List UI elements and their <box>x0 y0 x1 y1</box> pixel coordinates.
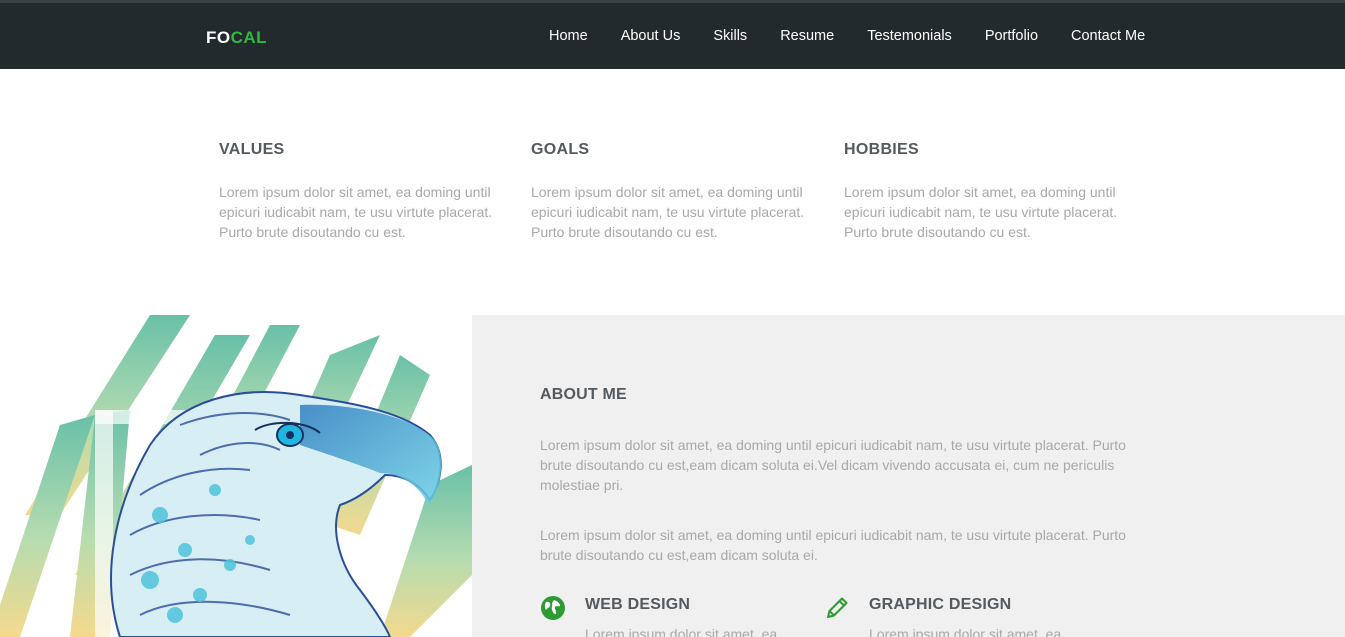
nav-link-resume[interactable]: Resume <box>780 28 834 44</box>
hobbies-column: HOBBIES Lorem ipsum dolor sit amet, ea d… <box>844 141 1129 242</box>
nav-link-home[interactable]: Home <box>549 28 588 44</box>
service-title: WEB DESIGN <box>585 596 691 613</box>
service-text: Lorem ipsum dolor sit amet, ea <box>585 626 778 637</box>
logo-text-prefix: FO <box>206 28 231 47</box>
eagle-artwork <box>0 315 472 637</box>
values-column: VALUES Lorem ipsum dolor sit amet, ea do… <box>219 141 504 242</box>
nav-link-about-us[interactable]: About Us <box>621 28 681 44</box>
nav-link-portfolio[interactable]: Portfolio <box>985 28 1038 44</box>
column-text: Lorem ipsum dolor sit amet, ea doming un… <box>844 184 1118 240</box>
about-paragraph-2: Lorem ipsum dolor sit amet, ea doming un… <box>540 527 1126 563</box>
about-paragraph-1: Lorem ipsum dolor sit amet, ea doming un… <box>540 437 1126 493</box>
about-title: ABOUT ME <box>540 386 627 403</box>
nav-link-testimonials[interactable]: Testemonials <box>867 28 952 44</box>
top-navbar: FOCAL Home About Us Skills Resume Testem… <box>0 0 1345 69</box>
main-nav: Home About Us Skills Resume Testemonials… <box>549 28 1145 44</box>
goals-column: GOALS Lorem ipsum dolor sit amet, ea dom… <box>531 141 816 242</box>
column-title: VALUES <box>219 141 285 158</box>
nav-link-skills[interactable]: Skills <box>713 28 747 44</box>
service-text: Lorem ipsum dolor sit amet, ea <box>869 626 1062 637</box>
pencil-icon <box>827 597 848 618</box>
column-title: GOALS <box>531 141 590 158</box>
nav-link-contact[interactable]: Contact Me <box>1071 28 1145 44</box>
column-title: HOBBIES <box>844 141 919 158</box>
eagle-illustration <box>0 315 472 637</box>
site-logo[interactable]: FOCAL <box>206 28 267 48</box>
logo-text-accent: CAL <box>230 28 268 47</box>
column-text: Lorem ipsum dolor sit amet, ea doming un… <box>531 184 805 240</box>
globe-icon <box>541 596 565 620</box>
column-text: Lorem ipsum dolor sit amet, ea doming un… <box>219 184 493 240</box>
service-title: GRAPHIC DESIGN <box>869 596 1012 613</box>
